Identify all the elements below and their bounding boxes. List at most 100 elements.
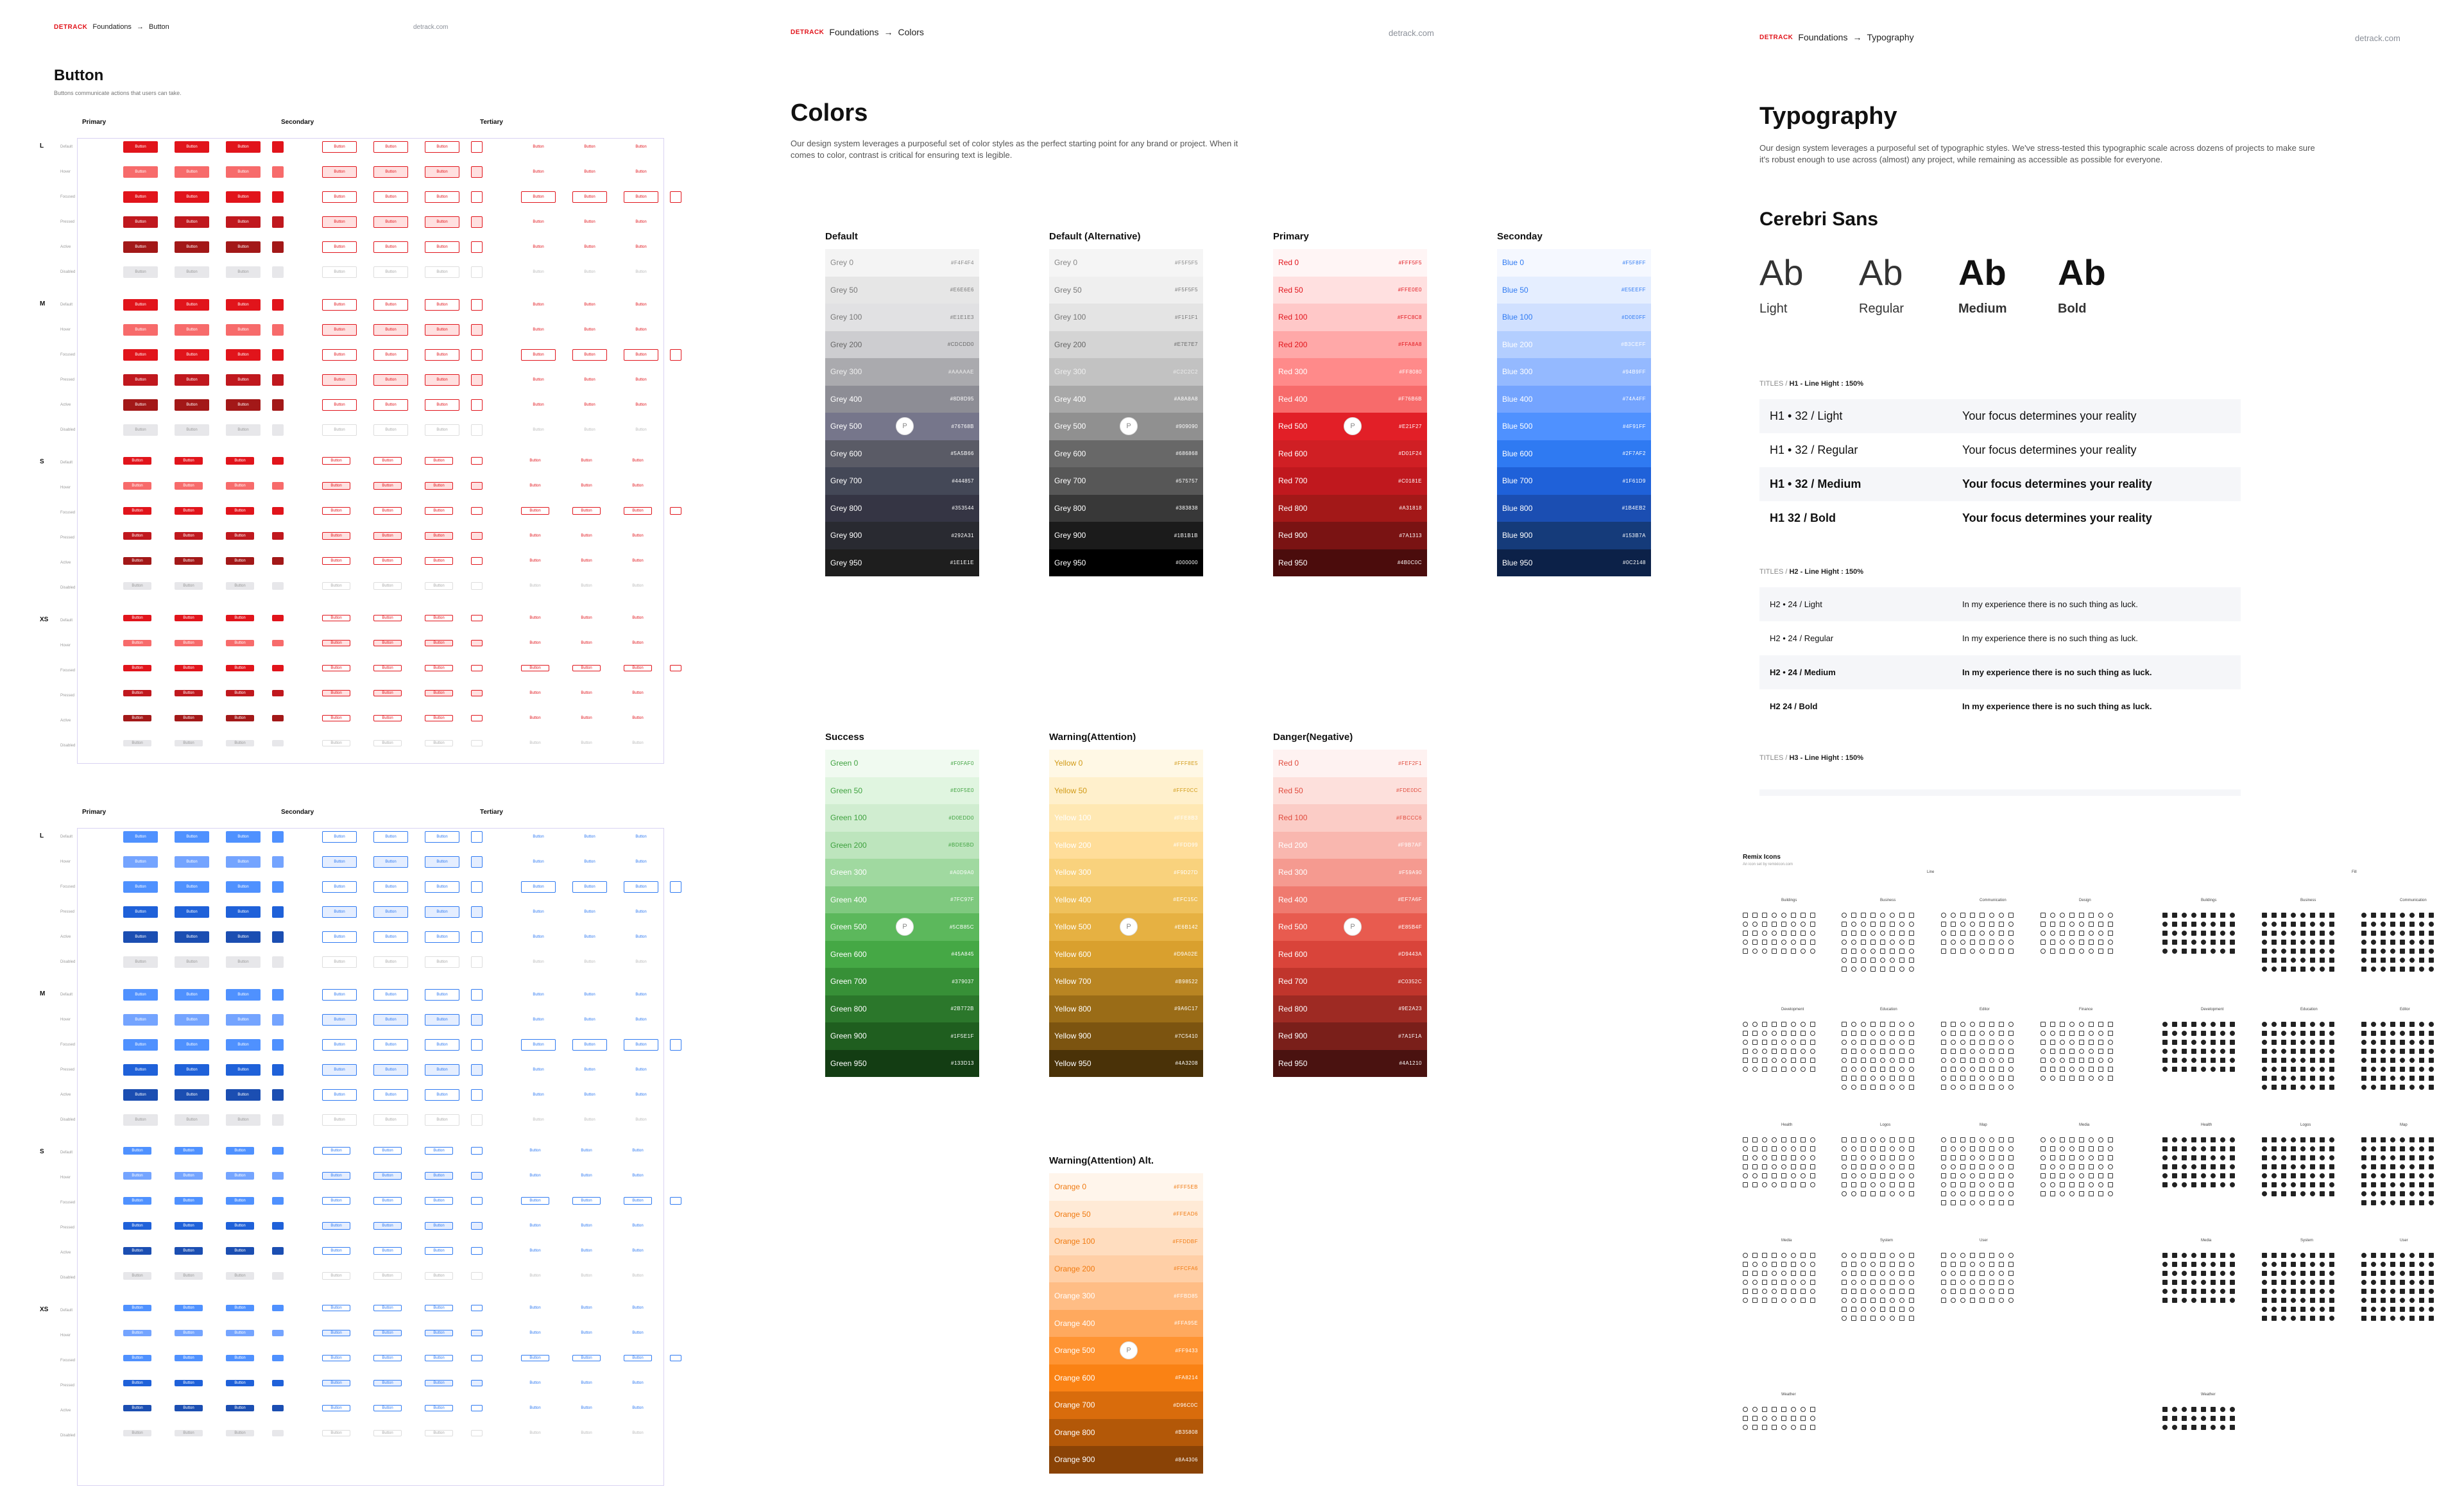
button-sample[interactable]: Button [521,1114,556,1126]
remix-icon[interactable] [2108,940,2113,945]
button-sample[interactable]: Button [373,956,408,968]
remix-icon[interactable] [1909,940,1914,945]
button-sample[interactable]: Button [123,1380,151,1386]
button-sample[interactable]: Button [521,482,549,490]
remix-icon[interactable] [2371,1289,2376,1294]
remix-icon[interactable] [2300,1031,2306,1036]
remix-icon[interactable] [2262,931,2267,936]
remix-icon[interactable] [2381,1280,2386,1285]
remix-icon[interactable] [2390,1253,2395,1258]
button-sample[interactable]: Button [175,216,209,228]
remix-icon[interactable] [2108,1058,2113,1063]
remix-icon[interactable] [1890,1040,1895,1045]
remix-icon[interactable] [2182,1425,2187,1430]
remix-icon[interactable] [2182,1298,2187,1303]
remix-icon[interactable] [2409,949,2415,954]
remix-icon[interactable] [2390,1146,2395,1151]
button-sample[interactable]: Button [123,557,151,565]
remix-icon[interactable] [2220,1173,2225,1178]
button-sample[interactable] [471,299,483,311]
button-sample[interactable]: Button [322,881,357,893]
remix-icon[interactable] [2079,1049,2084,1054]
remix-icon[interactable] [2230,1155,2235,1160]
remix-icon[interactable] [2079,1164,2084,1169]
breadcrumb-item[interactable]: Foundations [829,27,878,37]
button-sample[interactable]: Button [373,1355,402,1361]
remix-icon[interactable] [2371,1076,2376,1081]
remix-icon[interactable] [1752,1040,1758,1045]
button-sample[interactable]: Button [373,1114,408,1126]
remix-icon[interactable] [2320,1173,2325,1178]
button-sample[interactable] [471,1014,483,1026]
remix-icon[interactable] [2008,1173,2014,1178]
button-sample[interactable] [272,349,284,361]
remix-icon[interactable] [1810,1298,1815,1303]
remix-icon[interactable] [1861,1316,1866,1321]
color-swatch[interactable]: Grey 500 #909090 P [1049,413,1203,440]
remix-icon[interactable] [2310,1271,2315,1276]
remix-icon[interactable] [1772,1031,1777,1036]
button-sample[interactable]: Button [572,532,601,540]
button-sample[interactable]: Button [373,241,408,253]
button-sample[interactable]: Button [175,1330,203,1336]
remix-icon[interactable] [1851,1173,1856,1178]
remix-icon[interactable] [2182,1040,2187,1045]
button-sample[interactable]: Button [572,856,607,868]
button-sample[interactable] [272,856,284,868]
button-sample[interactable]: Button [226,582,254,590]
button-sample[interactable]: Button [373,690,402,696]
button-sample[interactable]: Button [123,216,158,228]
remix-icon[interactable] [1870,1253,1876,1258]
button-sample[interactable]: Button [373,1380,402,1386]
remix-icon[interactable] [2390,1164,2395,1169]
remix-icon[interactable] [2381,1262,2386,1267]
remix-icon[interactable] [2211,922,2216,927]
color-swatch[interactable]: Orange 900 #8A4306 [1049,1446,1203,1474]
remix-icon[interactable] [2211,1425,2216,1430]
button-sample[interactable] [670,1405,681,1411]
button-sample[interactable] [670,715,681,721]
button-sample[interactable] [272,640,284,646]
remix-icon[interactable] [2371,1164,2376,1169]
remix-icon[interactable] [1880,1049,1885,1054]
remix-icon[interactable] [1743,940,1748,945]
remix-icon[interactable] [2400,1316,2405,1321]
remix-icon[interactable] [1762,1155,1767,1160]
remix-icon[interactable] [1781,1407,1786,1412]
remix-icon[interactable] [2371,1040,2376,1045]
button-sample[interactable] [471,665,483,671]
remix-icon[interactable] [2220,1271,2225,1276]
remix-icon[interactable] [2361,1200,2366,1205]
remix-icon[interactable] [1899,931,1904,936]
button-sample[interactable]: Button [624,557,652,565]
remix-icon[interactable] [2050,1031,2055,1036]
remix-icon[interactable] [2008,1191,2014,1196]
remix-icon[interactable] [1960,1049,1965,1054]
button-sample[interactable]: Button [123,532,151,540]
remix-icon[interactable] [2211,931,2216,936]
remix-icon[interactable] [2162,1040,2168,1045]
remix-icon[interactable] [1801,1298,1806,1303]
color-swatch[interactable]: Yellow 200 #FFDD99 [1049,831,1203,859]
remix-icon[interactable] [1861,1146,1866,1151]
remix-icon[interactable] [1941,1173,1946,1178]
remix-icon[interactable] [2182,949,2187,954]
remix-icon[interactable] [1772,1040,1777,1045]
button-sample[interactable]: Button [572,216,607,228]
remix-icon[interactable] [2371,1182,2376,1187]
remix-icon[interactable] [1909,1173,1914,1178]
remix-icon[interactable] [1880,1085,1885,1090]
remix-icon[interactable] [1801,1049,1806,1054]
remix-icon[interactable] [1851,1253,1856,1258]
remix-icon[interactable] [1880,1022,1885,1027]
remix-icon[interactable] [2182,1289,2187,1294]
remix-icon[interactable] [2310,1058,2315,1063]
remix-icon[interactable] [1880,1253,1885,1258]
remix-icon[interactable] [2371,940,2376,945]
remix-icon[interactable] [1980,1137,1985,1142]
remix-icon[interactable] [1870,1316,1876,1321]
button-sample[interactable] [670,216,681,228]
remix-icon[interactable] [2390,1155,2395,1160]
remix-icon[interactable] [2069,1022,2075,1027]
remix-icon[interactable] [1870,1076,1876,1081]
